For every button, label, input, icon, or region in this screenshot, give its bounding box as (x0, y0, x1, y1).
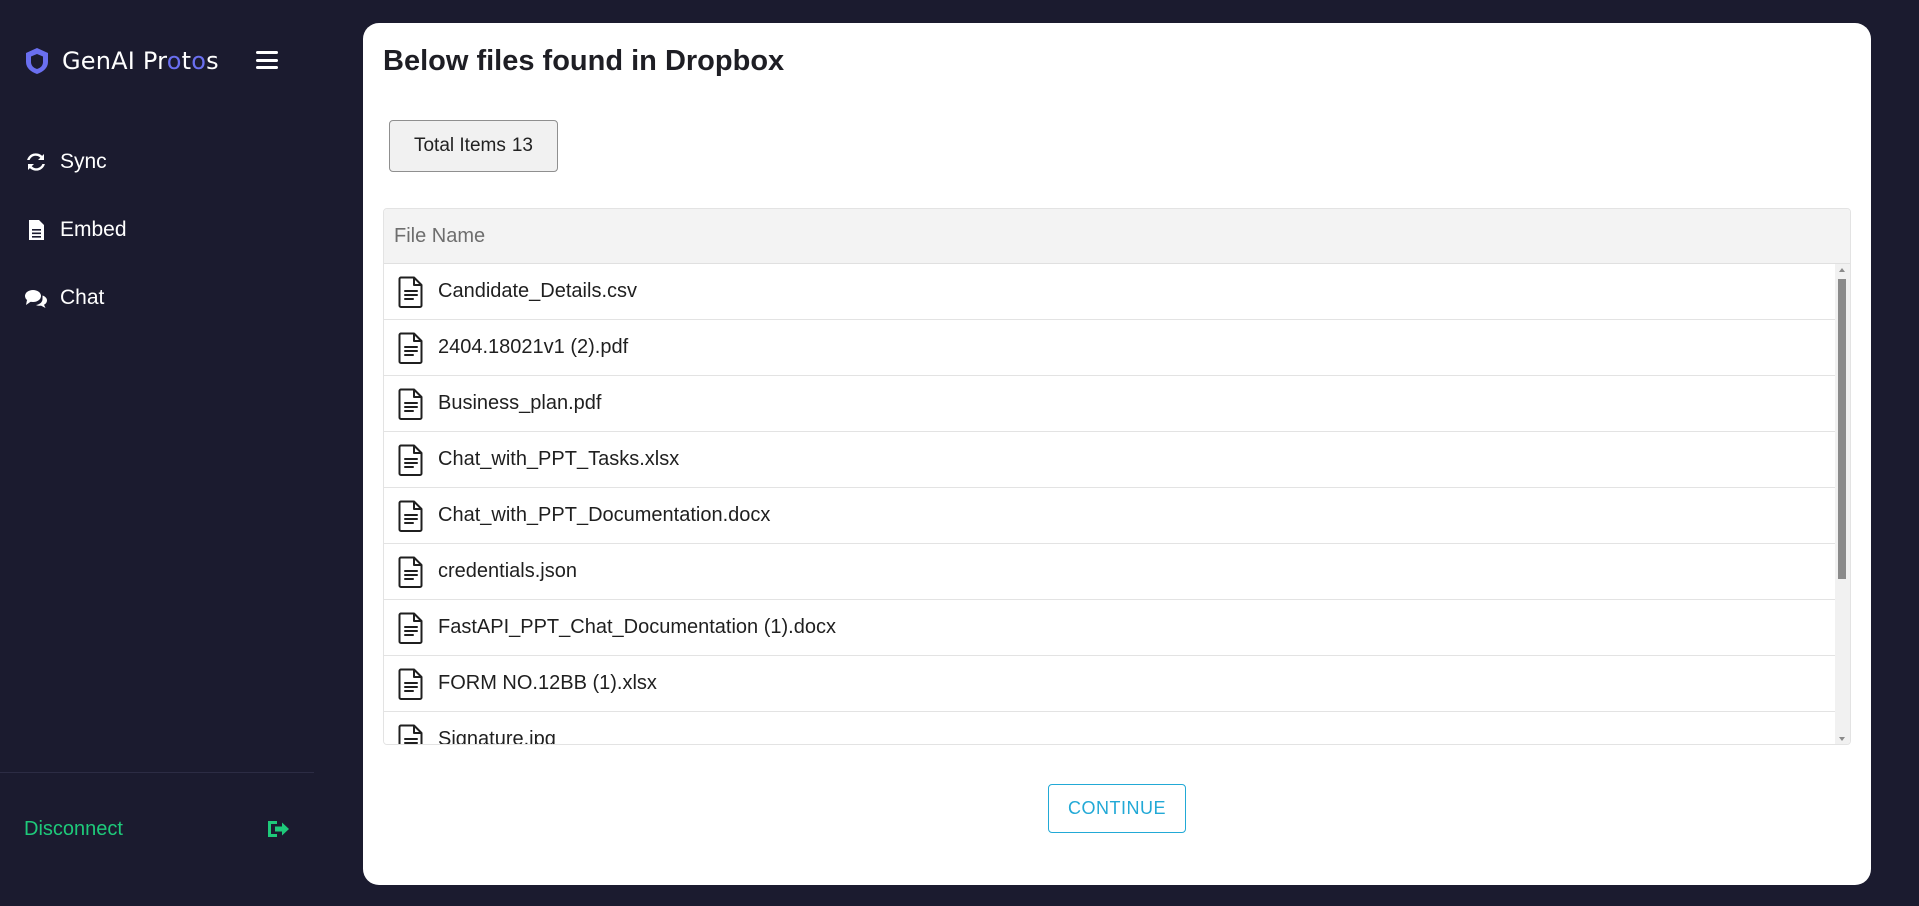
file-icon (398, 556, 423, 588)
sidebar: GenAI Protos Sync Embed Chat Disconnect (0, 0, 314, 906)
table-body[interactable]: Candidate_Details.csv 2404.18021v1 (2).p… (384, 264, 1850, 745)
file-name: FORM NO.12BB (1).xlsx (438, 672, 657, 694)
files-card: Below files found in Dropbox Total Items… (363, 23, 1871, 885)
file-icon (398, 668, 423, 700)
logo-icon (26, 48, 48, 74)
sidebar-divider (0, 772, 314, 773)
file-icon (398, 724, 423, 744)
file-icon (398, 332, 423, 364)
logout-icon (268, 821, 289, 837)
total-items-count: 13 (511, 135, 533, 156)
file-icon (398, 500, 423, 532)
file-name: credentials.json (438, 560, 577, 582)
file-name: Candidate_Details.csv (438, 280, 637, 302)
file-row[interactable]: Business_plan.pdf (384, 376, 1837, 432)
file-name: Signature.jpg (438, 728, 556, 745)
scrollbar[interactable] (1835, 264, 1850, 744)
file-list: Candidate_Details.csv 2404.18021v1 (2).p… (384, 264, 1837, 745)
sidebar-item-embed[interactable]: Embed (0, 196, 314, 264)
file-name: Chat_with_PPT_Tasks.xlsx (438, 448, 680, 470)
scroll-down-arrow-icon[interactable] (1839, 737, 1845, 741)
disconnect-button[interactable]: Disconnect (24, 812, 290, 846)
file-name: 2404.18021v1 (2).pdf (438, 336, 629, 358)
sidebar-nav: Sync Embed Chat (0, 128, 314, 332)
sidebar-item-sync[interactable]: Sync (0, 128, 314, 196)
total-items-label: Total Items (413, 135, 506, 156)
sidebar-item-label: Chat (60, 286, 105, 309)
file-icon (398, 276, 423, 308)
column-header-file-name: File Name (394, 224, 486, 247)
chat-icon (25, 290, 47, 308)
file-row[interactable]: credentials.json (384, 544, 1837, 600)
scroll-thumb[interactable] (1838, 279, 1846, 579)
file-row[interactable]: FastAPI_PPT_Chat_Documentation (1).docx (384, 600, 1837, 656)
table-header: File Name (384, 209, 1850, 264)
file-icon (398, 444, 423, 476)
file-name: FastAPI_PPT_Chat_Documentation (1).docx (438, 616, 836, 638)
file-row[interactable]: FORM NO.12BB (1).xlsx (384, 656, 1837, 712)
sidebar-item-chat[interactable]: Chat (0, 264, 314, 332)
file-icon (398, 388, 423, 420)
disconnect-label: Disconnect (24, 817, 123, 840)
brand: GenAI Protos (24, 44, 219, 78)
continue-button[interactable]: CONTINUE (1048, 784, 1186, 833)
sidebar-item-label: Sync (60, 150, 107, 173)
file-row[interactable]: Chat_with_PPT_Documentation.docx (384, 488, 1837, 544)
sync-icon (27, 153, 45, 171)
sidebar-item-label: Embed (60, 218, 127, 241)
scroll-up-arrow-icon[interactable] (1839, 268, 1845, 272)
document-icon (29, 220, 44, 240)
files-table: File Name Candidate_Details.csv 2404.180… (383, 208, 1851, 745)
file-name: Business_plan.pdf (438, 392, 602, 414)
file-row[interactable]: Chat_with_PPT_Tasks.xlsx (384, 432, 1837, 488)
file-icon (398, 612, 423, 644)
file-row[interactable]: 2404.18021v1 (2).pdf (384, 320, 1837, 376)
total-items-button[interactable]: Total Items 13 (389, 120, 558, 172)
file-row[interactable]: Candidate_Details.csv (384, 264, 1837, 320)
page-title: Below files found in Dropbox (383, 45, 785, 77)
brand-name: GenAI Protos (62, 47, 219, 75)
hamburger-menu-icon[interactable] (254, 48, 280, 72)
file-name: Chat_with_PPT_Documentation.docx (438, 504, 771, 526)
file-row[interactable]: Signature.jpg (384, 712, 1837, 745)
